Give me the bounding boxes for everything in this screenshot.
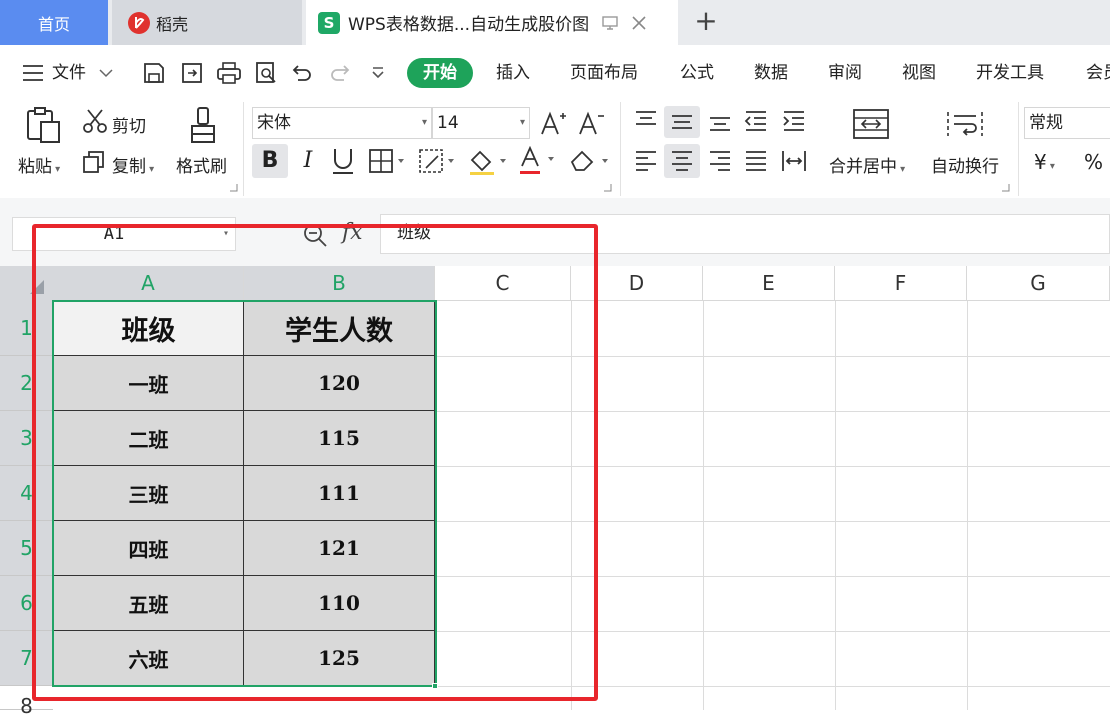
clipboard-expand-icon[interactable]	[230, 184, 238, 192]
font-name-value: 宋体	[257, 113, 291, 133]
column-header-f[interactable]: F	[835, 266, 967, 301]
currency-button[interactable]: ¥ ▾	[1034, 150, 1055, 174]
cut-button[interactable]: 剪切	[112, 112, 146, 137]
font-size-value: 14	[437, 113, 459, 133]
column-header-e[interactable]: E	[703, 266, 835, 301]
daoke-logo-icon	[128, 11, 150, 34]
font-name-dropdown-icon: ▾	[421, 117, 427, 128]
wrap-text-button[interactable]: 自动换行	[931, 152, 999, 177]
add-tab-button[interactable]: +	[692, 5, 720, 39]
file-menu-label: 文件	[52, 63, 86, 83]
align-right-icon[interactable]	[706, 148, 734, 174]
align-left-icon[interactable]	[632, 148, 660, 174]
print-icon[interactable]	[216, 61, 242, 85]
align-top-icon[interactable]	[632, 108, 660, 134]
format-painter-icon	[188, 106, 218, 146]
number-format-select[interactable]: 常规	[1024, 107, 1110, 139]
tab-daoke[interactable]: 稻壳	[112, 0, 302, 45]
tab-daoke-label: 稻壳	[156, 14, 189, 34]
copy-dropdown-icon: ▾	[146, 164, 155, 175]
align-middle-icon[interactable]	[664, 106, 700, 138]
font-name-select[interactable]: 宋体 ▾	[252, 107, 432, 139]
fill-pattern-icon[interactable]	[418, 148, 456, 174]
alignment-expand-icon[interactable]	[1002, 184, 1010, 192]
redo-icon[interactable]	[328, 61, 352, 85]
menu-insert-tab[interactable]: 插入	[496, 58, 530, 88]
tab-home[interactable]: 首页	[0, 0, 108, 45]
currency-label: ¥	[1034, 150, 1047, 174]
paste-icon[interactable]	[24, 106, 62, 144]
column-header-g[interactable]: G	[967, 266, 1110, 301]
tab-document[interactable]: S WPS表格数据...自动生成股价图	[306, 0, 678, 45]
currency-dropdown-icon: ▾	[1046, 161, 1055, 172]
format-painter-button[interactable]: 格式刷	[176, 152, 227, 177]
merge-center-label: 合并居中	[829, 157, 897, 177]
tab-home-label: 首页	[37, 14, 70, 34]
menu-view-tab[interactable]: 视图	[902, 58, 936, 88]
menu-formulas-tab[interactable]: 公式	[680, 58, 714, 88]
copy-label: 复制	[112, 157, 146, 177]
border-icon[interactable]	[368, 148, 406, 174]
menu-row: 文件 开始 插入 页面布局 公式 数据 审阅 视图 开发工具 会员	[0, 45, 1110, 102]
paste-label: 粘贴	[18, 157, 52, 177]
chevron-down-icon	[99, 69, 113, 78]
save-icon[interactable]	[142, 61, 166, 85]
bold-icon[interactable]: B	[252, 144, 288, 178]
increase-font-icon[interactable]	[540, 110, 568, 136]
spreadsheet-icon: S	[318, 11, 340, 34]
distributed-icon[interactable]	[780, 148, 808, 174]
copy-icon	[82, 150, 106, 174]
font-expand-icon[interactable]	[604, 184, 612, 192]
undo-icon[interactable]	[290, 61, 314, 85]
menu-data-tab[interactable]: 数据	[754, 58, 788, 88]
print-preview-icon[interactable]	[254, 61, 278, 85]
more-chevron-icon[interactable]	[370, 65, 386, 81]
paste-button[interactable]: 粘贴 ▾	[18, 152, 60, 177]
font-size-select[interactable]: 14 ▾	[432, 107, 530, 139]
menu-page-layout-tab[interactable]: 页面布局	[570, 58, 638, 88]
tab-document-label: WPS表格数据...自动生成股价图	[348, 15, 590, 35]
font-color-icon[interactable]	[518, 146, 558, 176]
align-bottom-icon[interactable]	[706, 108, 734, 134]
tab-bar: 首页 稻壳 S WPS表格数据...自动生成股价图 +	[0, 0, 1110, 45]
clear-format-icon[interactable]	[568, 148, 612, 174]
copy-button[interactable]: 复制 ▾	[112, 152, 154, 177]
paste-dropdown-icon: ▾	[52, 164, 61, 175]
file-menu[interactable]: 文件	[22, 58, 114, 88]
italic-icon[interactable]: I	[296, 144, 320, 178]
close-tab-icon[interactable]	[631, 15, 647, 31]
merge-center-dropdown-icon: ▾	[897, 164, 906, 175]
underline-icon[interactable]	[330, 146, 356, 176]
decrease-font-icon[interactable]	[578, 110, 606, 136]
merge-center-button[interactable]: 合并居中 ▾	[829, 152, 905, 177]
menu-developer-tab[interactable]: 开发工具	[976, 58, 1044, 88]
monitor-icon[interactable]	[601, 14, 619, 32]
highlight-annotation	[32, 224, 598, 701]
merge-center-icon	[852, 108, 890, 140]
hamburger-icon	[23, 65, 43, 81]
increase-indent-icon[interactable]	[780, 108, 808, 134]
fill-color-icon[interactable]	[468, 148, 508, 176]
wrap-text-icon	[946, 108, 984, 140]
decrease-indent-icon[interactable]	[742, 108, 770, 134]
menu-review-tab[interactable]: 审阅	[828, 58, 862, 88]
ribbon-toolbar: 粘贴 ▾ 剪切 复制 ▾ 格式刷 宋体 ▾ 14 ▾ B I 合并居中 ▾ 自动换行…	[0, 102, 1110, 198]
align-center-icon[interactable]	[664, 144, 700, 178]
menu-home-tab[interactable]: 开始	[407, 58, 473, 88]
menu-member-tab[interactable]: 会员	[1086, 58, 1110, 88]
font-size-dropdown-icon: ▾	[519, 117, 525, 128]
percent-button[interactable]: %	[1084, 150, 1103, 174]
export-icon[interactable]	[180, 61, 204, 85]
justify-icon[interactable]	[742, 148, 770, 174]
cut-icon	[82, 108, 108, 134]
